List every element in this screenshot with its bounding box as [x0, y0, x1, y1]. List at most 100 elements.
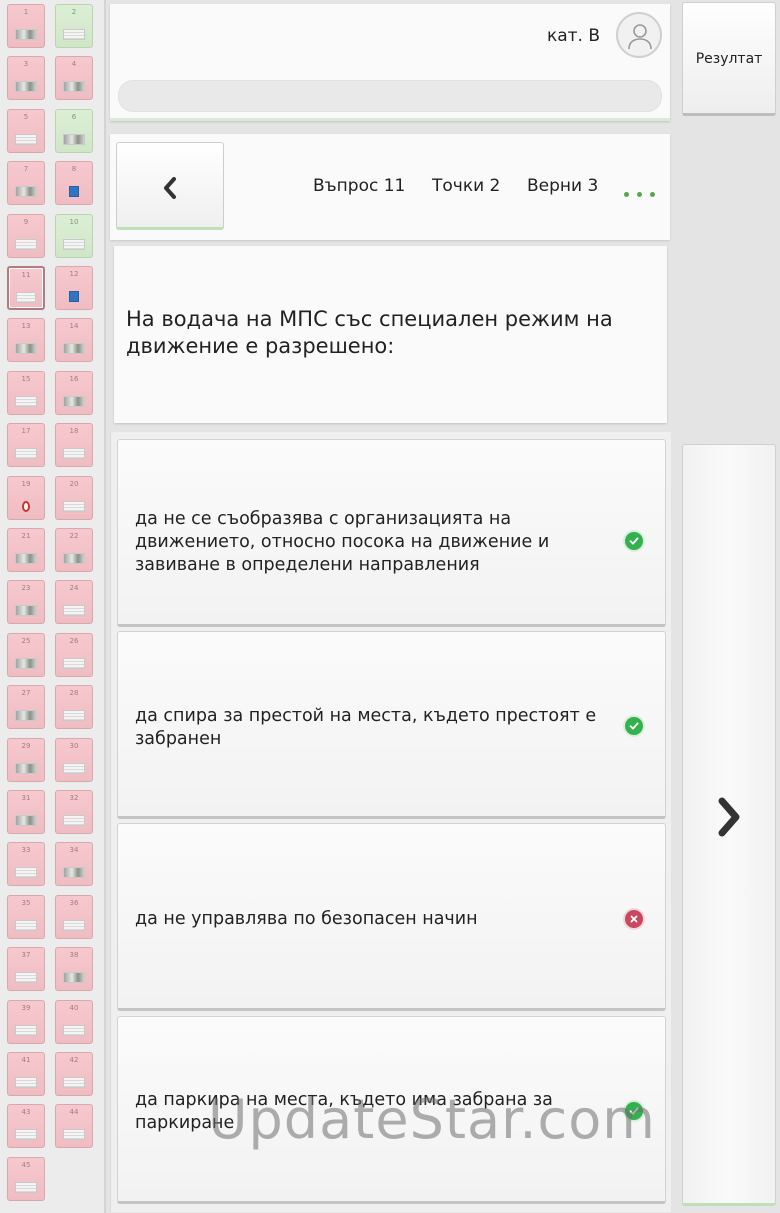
question-thumb-image	[69, 186, 79, 198]
question-thumb-10[interactable]: 10	[55, 213, 93, 258]
question-thumb-number: 40	[69, 1003, 79, 1012]
question-thumb-24[interactable]: 24	[55, 580, 93, 625]
question-thumb-image	[63, 867, 85, 879]
question-thumb-number: 38	[69, 951, 79, 960]
question-thumb-number: 37	[21, 951, 31, 960]
question-thumb-27[interactable]: 27	[7, 685, 45, 730]
question-thumb-45[interactable]: 45	[7, 1156, 45, 1201]
question-thumb-3[interactable]: 3	[7, 56, 45, 101]
question-thumb-image	[63, 29, 85, 40]
more-options-icon[interactable]	[624, 182, 663, 201]
question-thumb-35[interactable]: 35	[7, 894, 45, 939]
answer-text: да не се съобразява с организацията на д…	[135, 509, 550, 575]
question-thumb-21[interactable]: 21	[7, 528, 45, 572]
question-thumb-37[interactable]: 37	[7, 947, 45, 992]
question-thumb-image	[69, 291, 79, 302]
question-thumb-12[interactable]: 12	[55, 266, 93, 310]
question-thumb-19[interactable]: 19	[7, 475, 45, 520]
question-thumb-15[interactable]: 15	[7, 370, 45, 415]
question-thumb-6[interactable]: 6	[55, 108, 93, 153]
question-thumb-30[interactable]: 30	[55, 737, 93, 782]
answers-list: да не се съобразява с организацията на д…	[110, 432, 671, 1212]
question-thumb-14[interactable]: 14	[55, 318, 93, 363]
question-thumb-number: 42	[69, 1056, 79, 1064]
question-thumb-36[interactable]: 36	[55, 894, 93, 939]
question-thumb-43[interactable]: 43	[7, 1104, 45, 1149]
check-icon	[625, 1102, 643, 1120]
question-thumb-image	[15, 657, 37, 669]
question-thumb-image	[15, 133, 37, 145]
question-thumb-22[interactable]: 22	[55, 528, 93, 572]
question-thumb-image	[15, 919, 37, 931]
question-thumb-image	[63, 657, 85, 669]
question-thumb-26[interactable]: 26	[55, 632, 93, 677]
question-thumb-number: 25	[21, 636, 31, 645]
question-thumb-25[interactable]: 25	[7, 632, 45, 677]
question-thumb-image	[15, 762, 37, 774]
question-thumb-40[interactable]: 40	[55, 999, 93, 1044]
answer-option[interactable]: да не управлява по безопасен начин	[117, 823, 666, 1011]
question-thumb-image	[63, 133, 85, 145]
question-thumb-31[interactable]: 31	[7, 790, 45, 834]
question-thumb-number: 4	[71, 60, 77, 69]
question-thumb-41[interactable]: 41	[7, 1052, 45, 1096]
question-thumb-image	[15, 81, 37, 93]
question-thumb-image	[63, 1129, 85, 1141]
question-thumb-number: 7	[23, 165, 29, 174]
question-thumb-2[interactable]: 2	[55, 4, 93, 48]
question-thumb-4[interactable]: 4	[55, 56, 93, 101]
previous-question-button[interactable]	[116, 142, 224, 230]
question-thumb-20[interactable]: 20	[55, 475, 93, 520]
answer-option[interactable]: да не се съобразява с организацията на д…	[117, 439, 666, 627]
question-thumb-18[interactable]: 18	[55, 423, 93, 468]
question-thumb-image	[63, 710, 85, 722]
question-thumb-33[interactable]: 33	[7, 842, 45, 887]
question-thumb-9[interactable]: 9	[7, 213, 45, 258]
question-thumb-17[interactable]: 17	[7, 423, 45, 468]
question-thumb-image	[63, 1077, 85, 1088]
question-thumb-8[interactable]: 8	[55, 161, 93, 206]
question-text: На водача на МПС със специален режим на …	[126, 307, 613, 358]
question-thumb-13[interactable]: 13	[7, 318, 45, 363]
question-thumb-image	[63, 919, 85, 931]
question-thumb-38[interactable]: 38	[55, 947, 93, 992]
question-thumb-image	[63, 81, 85, 93]
question-thumb-28[interactable]: 28	[55, 685, 93, 730]
question-thumb-image	[15, 343, 37, 355]
question-thumb-7[interactable]: 7	[7, 161, 45, 206]
question-thumb-number: 8	[71, 165, 77, 174]
answer-option[interactable]: да паркира на места, където има забрана …	[117, 1016, 666, 1204]
result-button[interactable]: Резултат	[682, 2, 776, 116]
user-icon	[628, 24, 652, 50]
question-thumb-23[interactable]: 23	[7, 580, 45, 625]
question-thumb-42[interactable]: 42	[55, 1052, 93, 1096]
answer-option[interactable]: да спира за престой на места, където пре…	[117, 631, 666, 819]
question-thumb-image	[63, 1024, 85, 1036]
question-thumb-number: 30	[69, 741, 79, 750]
category-label: кат. B	[546, 26, 600, 46]
question-thumb-image	[63, 343, 85, 355]
question-thumb-34[interactable]: 34	[55, 842, 93, 887]
question-thumb-number: 24	[69, 584, 79, 593]
question-thumb-39[interactable]: 39	[7, 999, 45, 1044]
question-thumb-5[interactable]: 5	[7, 108, 45, 153]
question-thumb-29[interactable]: 29	[7, 737, 45, 782]
question-thumb-number: 34	[69, 846, 79, 855]
question-card: На водача на МПС със специален режим на …	[114, 246, 667, 423]
next-question-button[interactable]	[682, 444, 776, 1206]
question-thumb-11[interactable]: 11	[7, 266, 45, 310]
user-avatar[interactable]	[616, 12, 662, 58]
question-thumb-image	[15, 238, 37, 250]
question-thumb-number: 27	[21, 689, 31, 698]
question-thumb-number: 33	[21, 846, 31, 855]
question-thumb-image	[15, 395, 37, 407]
question-thumb-number: 19	[21, 479, 31, 488]
question-thumb-number: 45	[21, 1160, 31, 1169]
question-thumb-44[interactable]: 44	[55, 1104, 93, 1149]
question-thumb-number: 17	[21, 427, 31, 436]
question-grid-sidebar: 1 2 3 4 5 6 7 8 9 10 11 12 13 14 15 16 17 18 19 20 21 22 23 24 2…	[0, 0, 106, 1213]
question-thumb-16[interactable]: 16	[55, 370, 93, 415]
question-thumb-number: 21	[21, 532, 31, 540]
question-thumb-32[interactable]: 32	[55, 790, 93, 834]
question-thumb-1[interactable]: 1	[7, 4, 45, 48]
